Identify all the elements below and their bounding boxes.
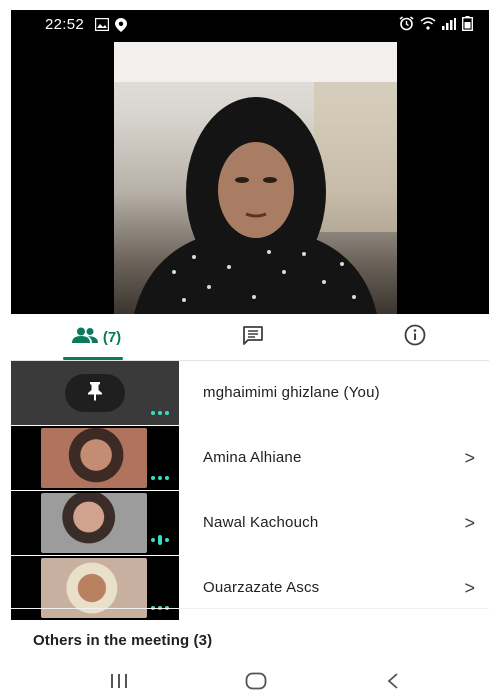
alarm-icon xyxy=(399,16,414,36)
participant-video-ouarzazate xyxy=(41,558,147,618)
participant-thumbnail xyxy=(11,361,179,425)
participant-row-ouarzazate[interactable]: Ouarzazate Ascs > xyxy=(11,556,489,620)
audio-level-indicator xyxy=(151,476,169,480)
screen-margin xyxy=(0,0,11,697)
chat-icon xyxy=(242,325,264,350)
pin-button[interactable] xyxy=(65,374,125,412)
active-tab-indicator xyxy=(63,357,123,360)
status-bar: 22:52 xyxy=(11,10,489,42)
system-nav-bar xyxy=(11,660,489,697)
participant-name: Amina Alhiane xyxy=(203,449,302,466)
meeting-tabs: (7) xyxy=(11,314,489,361)
tab-chat[interactable] xyxy=(233,314,273,360)
participant-name: mghaimimi ghizlane (You) xyxy=(203,384,380,401)
status-icons xyxy=(399,16,474,36)
audio-level-indicator xyxy=(151,411,169,415)
main-video[interactable] xyxy=(11,42,489,314)
participant-video-amina xyxy=(41,428,147,488)
recents-button[interactable] xyxy=(107,668,131,697)
participant-name: Nawal Kachouch xyxy=(203,514,319,531)
participant-row-self: mghaimimi ghizlane (You) xyxy=(11,361,489,425)
gallery-icon xyxy=(94,17,110,36)
participant-video-nawal xyxy=(41,493,147,553)
signal-icon xyxy=(442,17,456,35)
people-icon xyxy=(71,327,99,348)
tab-info[interactable] xyxy=(395,314,435,360)
participant-thumbnail xyxy=(11,556,179,620)
home-button[interactable] xyxy=(243,668,269,697)
battery-icon xyxy=(461,16,474,36)
pin-icon xyxy=(87,381,103,406)
phone-screen: 22:52 (7) mghaimimi ghizlane (You) Amina… xyxy=(11,10,489,697)
chevron-right-icon: > xyxy=(464,513,475,533)
tab-people[interactable]: (7) xyxy=(51,314,141,360)
divider xyxy=(11,608,489,609)
speaker-silhouette xyxy=(114,42,397,314)
recents-icon xyxy=(109,673,129,694)
home-icon xyxy=(245,672,267,695)
participant-row-amina[interactable]: Amina Alhiane > xyxy=(11,426,489,490)
wifi-icon xyxy=(420,17,436,35)
back-button[interactable] xyxy=(381,668,405,697)
location-icon xyxy=(115,18,127,37)
audio-level-indicator xyxy=(151,535,169,545)
participant-row-nawal[interactable]: Nawal Kachouch > xyxy=(11,491,489,555)
participant-thumbnail xyxy=(11,491,179,555)
participant-thumbnail xyxy=(11,426,179,490)
people-count: (7) xyxy=(102,328,122,346)
speaker-video-feed xyxy=(114,42,397,314)
back-icon xyxy=(386,672,400,695)
info-icon xyxy=(404,324,426,351)
chevron-right-icon: > xyxy=(464,448,475,468)
status-time: 22:52 xyxy=(45,16,85,33)
participant-name: Ouarzazate Ascs xyxy=(203,579,320,596)
chevron-right-icon: > xyxy=(464,578,475,598)
others-in-meeting-header: Others in the meeting (3) xyxy=(33,632,213,649)
